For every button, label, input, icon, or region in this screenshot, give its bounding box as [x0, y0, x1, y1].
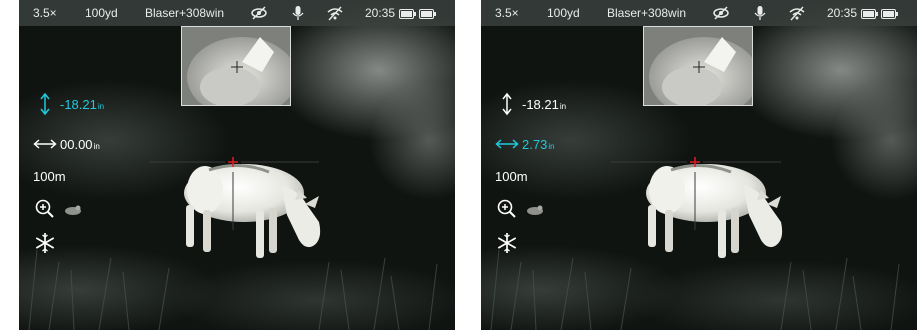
vertical-arrows-icon — [495, 92, 519, 116]
horizontal-arrows-icon — [33, 132, 57, 156]
zoom-in-icon[interactable] — [495, 197, 519, 221]
range-distance: 100m — [495, 168, 528, 184]
ballistic-profile: Blaser+308win — [145, 6, 225, 20]
picture-in-picture — [643, 26, 753, 106]
vertical-offset[interactable]: -18.21 in — [33, 92, 104, 116]
zoom-target-row[interactable] — [33, 197, 87, 221]
status-bar: 3.5× 100yd Blaser+308win 20:35 — [481, 0, 917, 26]
freeze-frame[interactable] — [33, 231, 60, 255]
vertical-arrows-icon — [33, 92, 57, 116]
target-icon — [60, 197, 84, 221]
ballistic-profile: Blaser+308win — [607, 6, 687, 20]
zero-distance: 100yd — [85, 6, 118, 20]
thermal-view-left: 3.5× 100yd Blaser+308win 20:35 -18.21 in … — [19, 0, 455, 330]
microphone-icon — [751, 4, 769, 22]
battery-icon — [881, 8, 898, 19]
vertical-offset-unit: in — [559, 101, 567, 111]
target-icon — [522, 197, 546, 221]
battery-icon — [399, 8, 416, 19]
freeze-frame[interactable] — [495, 231, 522, 255]
picture-in-picture — [181, 26, 291, 106]
horizontal-offset-value: 00.00 — [60, 136, 93, 152]
eye-off-icon — [712, 4, 730, 22]
freeze-icon[interactable] — [33, 231, 57, 255]
horizontal-offset[interactable]: 00.00 in — [33, 132, 100, 156]
status-bar: 3.5× 100yd Blaser+308win 20:35 — [19, 0, 455, 26]
horizontal-offset-unit: in — [93, 141, 100, 151]
battery-icon — [861, 8, 878, 19]
horizontal-offset-value: 2.73 — [522, 136, 548, 152]
horizontal-offset[interactable]: 2.73 in — [495, 132, 555, 156]
vertical-offset-value: -18.21 — [522, 96, 559, 112]
eye-off-icon — [250, 4, 268, 22]
vertical-offset-unit: in — [97, 101, 105, 111]
zoom-level: 3.5× — [495, 6, 519, 20]
vertical-offset-value: -18.21 — [60, 96, 97, 112]
battery-icon — [419, 8, 436, 19]
vertical-offset[interactable]: -18.21 in — [495, 92, 566, 116]
clock-time: 20:35 — [365, 6, 396, 20]
clock-time: 20:35 — [827, 6, 858, 20]
horizontal-offset-unit: in — [548, 141, 555, 151]
microphone-icon — [289, 4, 307, 22]
zoom-target-row[interactable] — [495, 197, 549, 221]
range-distance: 100m — [33, 168, 66, 184]
zero-distance: 100yd — [547, 6, 580, 20]
horizontal-arrows-icon — [495, 132, 519, 156]
zoom-in-icon[interactable] — [33, 197, 57, 221]
thermal-view-right: 3.5× 100yd Blaser+308win 20:35 -18.21 in … — [481, 0, 917, 330]
freeze-icon[interactable] — [495, 231, 519, 255]
wifi-off-icon — [326, 4, 344, 22]
zoom-level: 3.5× — [33, 6, 57, 20]
wifi-off-icon — [788, 4, 806, 22]
